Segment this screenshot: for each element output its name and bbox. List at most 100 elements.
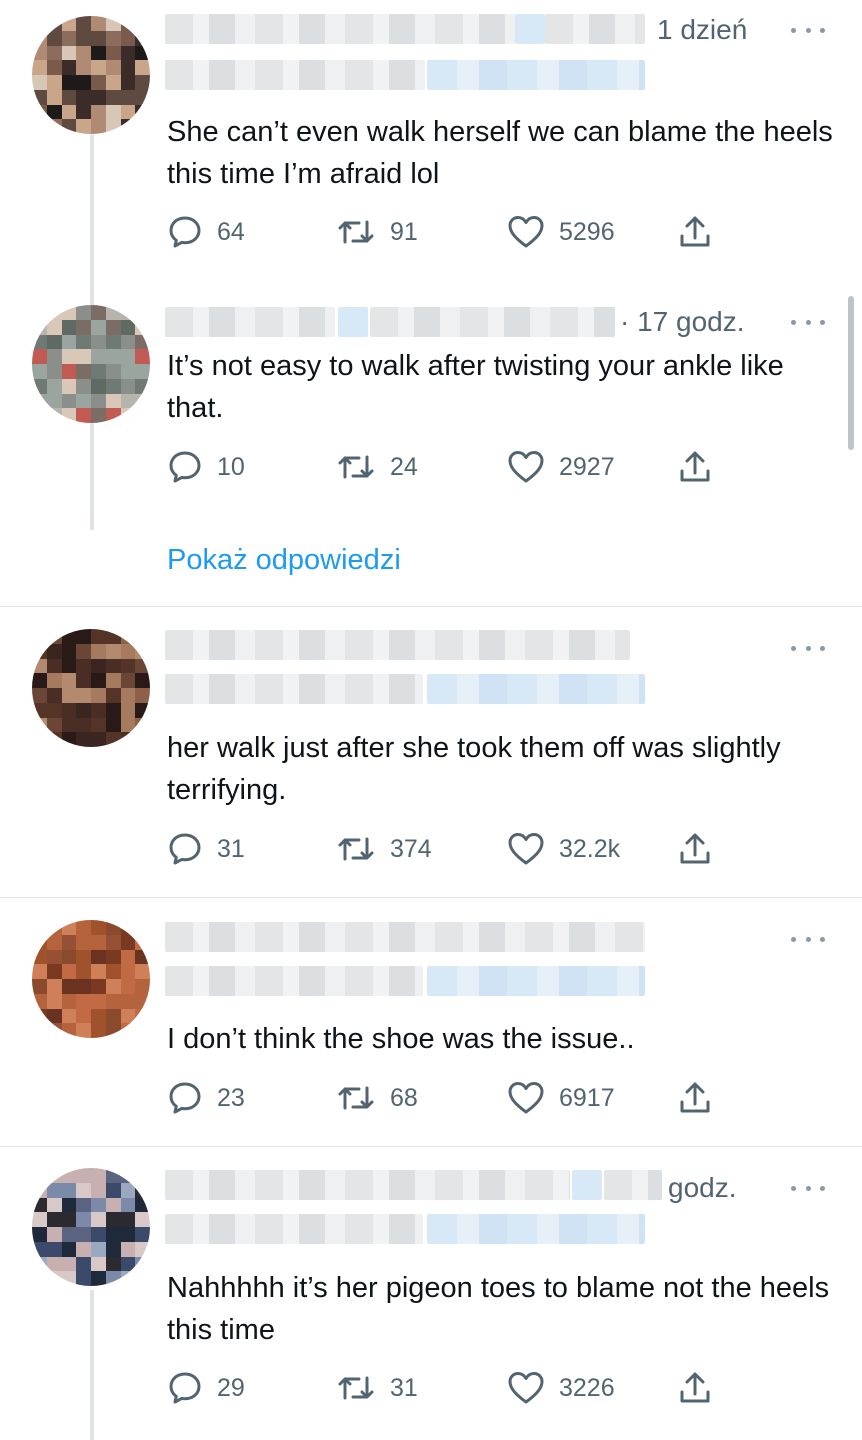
reply-icon — [169, 1082, 201, 1114]
avatar[interactable] — [32, 629, 150, 747]
avatar[interactable] — [32, 920, 150, 1038]
avatar-pixel — [61, 305, 77, 320]
avatar[interactable] — [32, 16, 150, 134]
avatar-pixel — [76, 408, 91, 423]
reply-button[interactable]: 23 — [167, 1080, 245, 1116]
avatar-pixel — [32, 702, 47, 718]
avatar-pixel — [120, 393, 136, 409]
avatar-pixel — [32, 45, 47, 61]
reply-button[interactable]: 64 — [167, 214, 245, 250]
avatar-pixel — [61, 993, 77, 1009]
avatar-pixel — [120, 378, 136, 394]
tweet-time[interactable]: 1 dzień — [657, 14, 747, 46]
like-button[interactable]: 3226 — [507, 1370, 615, 1406]
retweet-button[interactable]: 24 — [336, 449, 418, 485]
avatar-pixel — [76, 393, 91, 409]
avatar-pixel — [105, 732, 121, 747]
reply-button[interactable]: 29 — [167, 1370, 245, 1406]
retweet-button[interactable]: 374 — [336, 831, 432, 867]
avatar-pixel — [135, 60, 150, 75]
blurred-display-name — [165, 922, 645, 952]
avatar-pixel — [105, 934, 121, 950]
scrollbar[interactable] — [848, 296, 854, 450]
retweet-button[interactable]: 68 — [336, 1080, 418, 1116]
avatar-pixel — [46, 717, 62, 733]
avatar-pixel — [120, 1212, 136, 1227]
retweet-button[interactable]: 31 — [336, 1370, 418, 1406]
avatar-pixel — [76, 702, 91, 718]
avatar-pixel — [120, 305, 136, 320]
blurred-display-name — [165, 630, 630, 660]
share-button[interactable] — [677, 831, 713, 867]
more-options-icon[interactable] — [791, 1183, 825, 1193]
blurred-verified-badge — [338, 307, 368, 337]
reply-button[interactable]: 31 — [167, 831, 245, 867]
heart-icon — [508, 216, 544, 248]
avatar-pixel — [76, 16, 91, 31]
avatar-pixel — [135, 393, 150, 409]
show-replies-link[interactable]: Pokaż odpowiedzi — [167, 544, 401, 577]
avatar-pixel — [105, 658, 121, 674]
reply-icon — [169, 833, 201, 865]
avatar-pixel — [91, 717, 106, 733]
avatar-pixel — [135, 16, 150, 31]
avatar-pixel — [91, 364, 106, 379]
like-button[interactable]: 2927 — [507, 449, 615, 485]
retweet-count: 31 — [390, 1373, 418, 1402]
avatar[interactable] — [32, 305, 150, 423]
more-options-icon[interactable] — [791, 25, 825, 35]
avatar-pixel — [32, 393, 47, 409]
retweet-button[interactable]: 91 — [336, 214, 418, 250]
tweet-time[interactable]: godz. — [668, 1172, 737, 1204]
avatar-pixel — [120, 30, 136, 46]
avatar-pixel — [32, 349, 47, 364]
share-button[interactable] — [677, 214, 713, 250]
avatar-pixel — [61, 643, 77, 659]
avatar-pixel — [76, 1197, 91, 1213]
avatar-pixel — [46, 349, 62, 364]
avatar-pixel — [32, 16, 47, 31]
avatar-pixel — [135, 1271, 150, 1286]
share-button[interactable] — [677, 1370, 713, 1406]
avatar-pixel — [46, 119, 62, 134]
avatar-pixel — [120, 119, 136, 134]
like-button[interactable]: 5296 — [507, 214, 615, 250]
avatar-pixel — [105, 30, 121, 46]
avatar-pixel — [61, 408, 77, 423]
blurred-verified-badge — [515, 14, 545, 44]
avatar-pixel — [105, 702, 121, 718]
avatar-pixel — [32, 920, 47, 935]
retweet-icon — [338, 455, 374, 479]
share-button[interactable] — [677, 1080, 713, 1116]
tweet-time[interactable]: · 17 godz. — [620, 306, 745, 338]
avatar-pixel — [135, 408, 150, 423]
avatar-pixel — [105, 1182, 121, 1198]
avatar-pixel — [46, 993, 62, 1009]
more-options-icon[interactable] — [791, 643, 825, 653]
avatar-pixel — [135, 643, 150, 659]
avatar-pixel — [46, 89, 62, 105]
avatar-pixel — [32, 949, 47, 965]
avatar-pixel — [61, 16, 77, 31]
avatar-pixel — [61, 89, 77, 105]
share-button[interactable] — [677, 449, 713, 485]
avatar-pixel — [91, 1197, 106, 1213]
like-button[interactable]: 32.2k — [507, 831, 620, 867]
avatar-pixel — [61, 1227, 77, 1242]
avatar-pixel — [105, 319, 121, 335]
avatar-pixel — [135, 673, 150, 688]
avatar[interactable] — [32, 1168, 150, 1286]
retweet-icon — [338, 220, 374, 244]
avatar-pixel — [61, 319, 77, 335]
like-button[interactable]: 6917 — [507, 1080, 615, 1116]
like-count: 3226 — [559, 1373, 615, 1402]
blurred-verified-badge — [572, 1170, 602, 1200]
avatar-pixel — [91, 16, 106, 31]
more-options-icon[interactable] — [791, 934, 825, 944]
avatar-pixel — [135, 1182, 150, 1198]
tweet-text: It’s not easy to walk after twisting you… — [167, 350, 784, 424]
reply-button[interactable]: 10 — [167, 449, 245, 485]
avatar-pixel — [76, 964, 91, 979]
avatar-pixel — [61, 75, 77, 90]
more-options-icon[interactable] — [791, 317, 825, 327]
